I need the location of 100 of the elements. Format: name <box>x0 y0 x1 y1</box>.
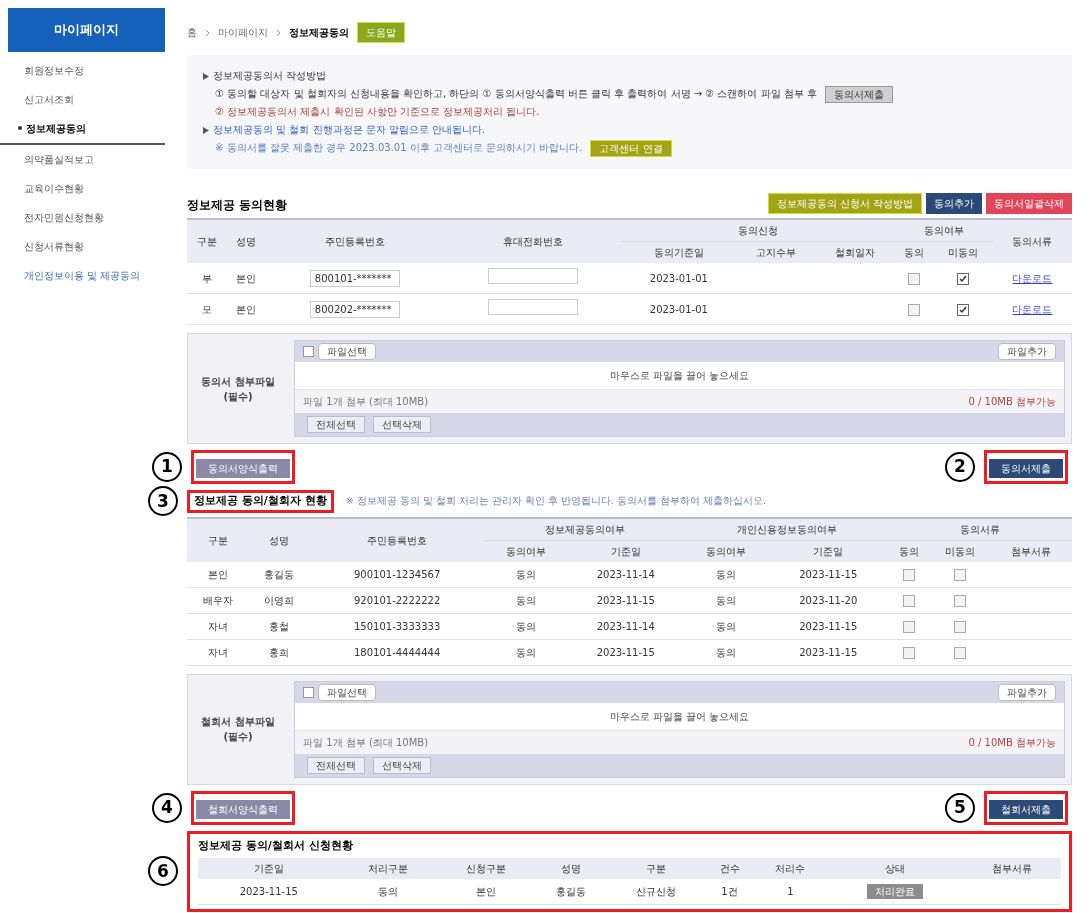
table-input-field[interactable] <box>487 268 578 284</box>
table-cell: 동의 <box>716 620 737 632</box>
sidebar-item[interactable]: 신고서조회 <box>8 84 165 114</box>
table-cell: 모 <box>201 303 212 315</box>
breadcrumb-link[interactable]: 정보제공동의 <box>289 25 349 40</box>
warning-text: ※ 동의서를 잘못 제출한 경우 2023.03.01 이후 고객센터로 문의하시기 바랍니다. <box>215 141 583 155</box>
checkbox[interactable] <box>907 272 920 285</box>
column-header: 구분 <box>187 518 249 562</box>
checkbox[interactable] <box>303 686 314 698</box>
column-header: 구분 <box>187 220 227 263</box>
column-group-header: 개인신용정보동의여부 <box>684 518 889 540</box>
column-header: 동의서류 <box>992 220 1072 263</box>
triangle-bullet-icon <box>203 126 209 134</box>
sidebar-item[interactable]: 정보제공동의 <box>0 113 165 145</box>
table-cell: 180101-4444444 <box>353 646 441 658</box>
table-input-field[interactable]: 800202-******* <box>309 300 400 318</box>
file-action-button[interactable]: 전체선택 <box>307 756 365 774</box>
column-header: 동의 <box>894 241 934 263</box>
info-heading: 정보제공동의서 작성방법 <box>213 69 327 83</box>
section-note: ※ 정보제공 동의 및 철회 처리는 관리자 확인 후 반영됩니다. 동의서를 첨부하여 제출하십시오. <box>345 494 766 509</box>
drop-hint: 마우스로 파일을 끌어 놓으세요 <box>609 370 750 381</box>
checkbox[interactable] <box>907 303 920 316</box>
table-cell: 920101-2222222 <box>353 594 441 606</box>
file-select-button[interactable]: 파일선택 <box>318 343 376 360</box>
upload-label: 동의서 첨부파일 (필수) <box>200 374 276 404</box>
capacity-text: 0 / 10MB 첨부가능 <box>968 735 1056 750</box>
checkbox[interactable] <box>957 272 970 285</box>
column-group-header: 동의신청 <box>621 220 895 242</box>
sidebar-item[interactable]: 회원정보수정 <box>8 55 165 85</box>
section-title: 정보제공 동의/철회자 현황 <box>194 493 327 509</box>
submit-button[interactable]: 동의서제출 <box>825 85 894 103</box>
checkbox[interactable] <box>902 568 915 581</box>
breadcrumb-link[interactable]: 마이페이지 <box>218 25 268 40</box>
check-icon <box>959 305 968 314</box>
table-cell: 배우자 <box>202 594 233 606</box>
checkbox[interactable] <box>902 620 915 633</box>
checkbox[interactable] <box>953 620 966 633</box>
checkbox[interactable] <box>902 646 915 659</box>
sidebar-item[interactable]: 의약품실적보고 <box>8 144 165 174</box>
status-badge: 처리완료 <box>867 884 924 899</box>
checkbox[interactable] <box>953 568 966 581</box>
table-cell: 2023-11-14 <box>596 620 655 632</box>
submit-button[interactable]: 동의서제출 <box>989 459 1063 478</box>
callout-number: 1 <box>152 452 182 482</box>
toolbar-button[interactable]: 동의서일괄삭제 <box>986 193 1072 214</box>
sidebar-item[interactable]: 교육이수현황 <box>8 173 165 203</box>
callout-number: 3 <box>148 486 178 517</box>
section-title: 정보제공 동의현황 <box>187 197 288 214</box>
checkbox[interactable] <box>953 594 966 607</box>
table-cell: 2023-01-01 <box>649 272 708 284</box>
column-header: 처리구분 <box>339 858 438 879</box>
file-action-button[interactable]: 전체선택 <box>307 416 365 433</box>
column-header: 미동의 <box>929 540 991 562</box>
callout-number: 6 <box>148 856 178 887</box>
table-cell: 본인 <box>236 272 257 284</box>
table-cell: 900101-1234567 <box>353 568 441 580</box>
notice-text: 정보제공동의 및 철회 진행과정은 문자 알림으로 안내됩니다. <box>213 123 486 137</box>
checkbox[interactable] <box>953 646 966 659</box>
table-cell: 동의 <box>515 620 536 632</box>
file-select-button[interactable]: 파일선택 <box>318 683 376 701</box>
table-input-field[interactable]: 800101-******* <box>309 269 400 287</box>
table-cell: 2023-11-15 <box>799 646 858 658</box>
column-header: 기준일 <box>198 858 340 879</box>
table-cell: 2023-11-15 <box>239 886 298 897</box>
table-cell: 홍철 <box>268 620 289 632</box>
table-cell: 홍길동 <box>556 886 587 897</box>
table-cell: 동의 <box>515 568 536 580</box>
table-cell: 부 <box>201 272 212 284</box>
checkbox[interactable] <box>902 594 915 607</box>
table-cell: 홍길동 <box>263 568 294 580</box>
section-title: 정보제공 동의/철회서 신청현황 <box>198 837 354 854</box>
info-text: ② 정보제공동의서 제출시 확인된 사항만 기준으로 정보제공처리 됩니다. <box>215 106 540 117</box>
breadcrumb-link[interactable]: 홈 <box>187 25 197 40</box>
add-file-button[interactable]: 파일추가 <box>998 343 1056 360</box>
sidebar-item[interactable]: 전자민원신청현황 <box>8 202 165 232</box>
column-header: 성명 <box>226 220 266 263</box>
column-header: 동의여부 <box>485 540 567 562</box>
table-cell: 동의 <box>515 646 536 658</box>
column-header: 휴대전화번호 <box>443 220 622 263</box>
file-action-button[interactable]: 선택삭제 <box>373 416 431 433</box>
check-icon <box>959 274 968 283</box>
capacity-text: 0 / 10MB 첨부가능 <box>968 395 1056 409</box>
download-link[interactable]: 다운로드 <box>1012 303 1053 315</box>
toolbar-button[interactable]: 동의추가 <box>926 193 982 214</box>
table-input-field[interactable] <box>487 299 578 315</box>
checkbox[interactable] <box>957 303 970 316</box>
chevron-right-icon <box>276 28 281 37</box>
add-file-button[interactable]: 파일추가 <box>998 683 1056 701</box>
column-header: 주민등록번호 <box>309 518 486 562</box>
download-link[interactable]: 다운로드 <box>1012 272 1053 284</box>
submit-button[interactable]: 철회서제출 <box>989 799 1063 819</box>
bullet-icon <box>18 126 22 130</box>
column-header: 상태 <box>827 858 964 879</box>
table-cell: 본인 <box>236 303 257 315</box>
upload-label: 철회서 첨부파일 (필수) <box>200 715 276 744</box>
file-action-button[interactable]: 선택삭제 <box>373 756 431 774</box>
sidebar-item[interactable]: 신청서류현황 <box>8 231 165 261</box>
sidebar-item[interactable]: 개인정보이용 및 제공동의 <box>8 260 165 290</box>
checkbox[interactable] <box>303 346 314 357</box>
table-cell: 동의 <box>378 886 399 897</box>
